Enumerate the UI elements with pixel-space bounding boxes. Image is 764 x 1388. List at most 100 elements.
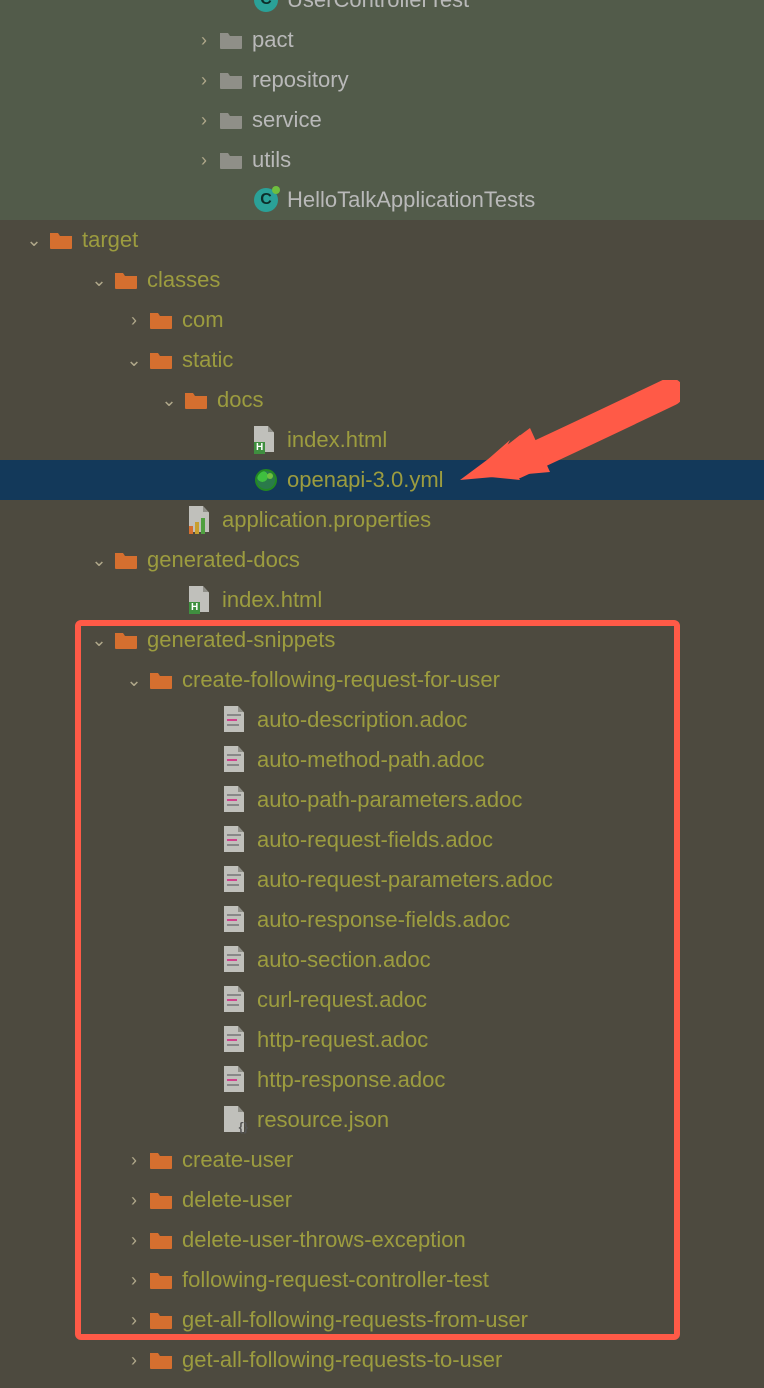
tree-row[interactable]: ·auto-description.adoc (0, 700, 764, 740)
folder-icon (148, 307, 174, 333)
folder-icon (148, 347, 174, 373)
chevron-right-icon[interactable]: › (120, 1310, 148, 1331)
adoc-file-icon (223, 947, 249, 973)
tree-row[interactable]: ·auto-request-fields.adoc (0, 820, 764, 860)
tree-row[interactable]: ·auto-path-parameters.adoc (0, 780, 764, 820)
chevron-right-icon[interactable]: › (190, 150, 218, 171)
folder-icon (183, 387, 209, 413)
tree-item-label: index.html (222, 587, 322, 613)
adoc-file-icon (223, 867, 249, 893)
tree-row[interactable]: ·{}resource.json (0, 1100, 764, 1140)
chevron-down-icon[interactable]: ⌄ (120, 350, 148, 371)
tree-row[interactable]: ⌄ generated-snippets (0, 620, 764, 660)
folder-icon (148, 1147, 174, 1173)
tree-row[interactable]: › get-all-following-requests-to-user (0, 1340, 764, 1380)
tree-row[interactable]: ⌄create-following-request-for-user (0, 660, 764, 700)
tree-row[interactable]: › following-request-controller-test (0, 1260, 764, 1300)
folder-icon (148, 1227, 174, 1253)
tree-row[interactable]: ·Hindex.html (0, 580, 764, 620)
adoc-file-icon (223, 907, 249, 933)
adoc-file-icon (223, 827, 249, 853)
tree-item-label: curl-request.adoc (257, 987, 427, 1013)
folder-icon (148, 1307, 174, 1333)
chevron-right-icon[interactable]: › (190, 110, 218, 131)
tree-item-label: generated-snippets (147, 627, 335, 653)
tree-item-label: UserControllerTest (287, 0, 469, 13)
tree-item-label: get-all-following-requests-to-user (182, 1347, 502, 1373)
chevron-down-icon[interactable]: ⌄ (85, 270, 113, 291)
folder-icon (113, 547, 139, 573)
tree-row[interactable]: ⌄ docs (0, 380, 764, 420)
class-icon: C (253, 0, 279, 13)
tree-row[interactable]: ·auto-section.adoc (0, 940, 764, 980)
tree-item-label: following-request-controller-test (182, 1267, 489, 1293)
html-file-icon: H (253, 427, 279, 453)
chevron-right-icon[interactable]: › (120, 1270, 148, 1291)
tree-row[interactable]: ·auto-request-parameters.adoc (0, 860, 764, 900)
chevron-right-icon[interactable]: › (120, 1230, 148, 1251)
chevron-right-icon[interactable]: › (120, 1190, 148, 1211)
chevron-down-icon[interactable]: ⌄ (20, 230, 48, 251)
tree-row[interactable]: ·auto-response-fields.adoc (0, 900, 764, 940)
tree-row[interactable]: ·http-request.adoc (0, 1020, 764, 1060)
adoc-file-icon (223, 1067, 249, 1093)
tree-item-label: docs (217, 387, 263, 413)
tree-item-label: auto-response-fields.adoc (257, 907, 510, 933)
tree-row[interactable]: › com (0, 300, 764, 340)
tree-row[interactable]: ›service (0, 100, 764, 140)
chevron-right-icon[interactable]: › (120, 310, 148, 331)
chevron-down-icon[interactable]: ⌄ (85, 630, 113, 651)
tree-row[interactable]: ›delete-user-throws-exception (0, 1220, 764, 1260)
tree-item-label: classes (147, 267, 220, 293)
tree-row[interactable]: ⌄generated-docs (0, 540, 764, 580)
tree-item-label: pact (252, 27, 294, 53)
chevron-right-icon[interactable]: › (120, 1150, 148, 1171)
tree-item-label: repository (252, 67, 349, 93)
tree-row[interactable]: ⌄ target (0, 220, 764, 260)
adoc-file-icon (223, 787, 249, 813)
tree-item-label: auto-section.adoc (257, 947, 431, 973)
project-tree[interactable]: ·CUserControllerTest›pact›repository›ser… (0, 0, 764, 1380)
chevron-down-icon[interactable]: ⌄ (85, 550, 113, 571)
tree-row[interactable]: › pact (0, 20, 764, 60)
tree-item-label: resource.json (257, 1107, 389, 1133)
tree-row[interactable]: ·curl-request.adoc (0, 980, 764, 1020)
folder-icon (148, 1267, 174, 1293)
tree-row[interactable]: ·application.properties (0, 500, 764, 540)
tree-row[interactable]: ›utils (0, 140, 764, 180)
adoc-file-icon (223, 987, 249, 1013)
tree-row[interactable]: ·openapi-3.0.yml (0, 460, 764, 500)
class-icon: C (253, 187, 279, 213)
tree-row[interactable]: › create-user (0, 1140, 764, 1180)
tree-item-label: get-all-following-requests-from-user (182, 1307, 528, 1333)
tree-item-label: create-user (182, 1147, 293, 1173)
tree-row[interactable]: › get-all-following-requests-from-user (0, 1300, 764, 1340)
tree-item-label: auto-path-parameters.adoc (257, 787, 522, 813)
tree-item-label: target (82, 227, 138, 253)
properties-file-icon (188, 507, 214, 533)
tree-row[interactable]: ·Hindex.html (0, 420, 764, 460)
tree-item-label: http-request.adoc (257, 1027, 428, 1053)
tree-row[interactable]: ·auto-method-path.adoc (0, 740, 764, 780)
tree-item-label: auto-request-fields.adoc (257, 827, 493, 853)
tree-row[interactable]: ›delete-user (0, 1180, 764, 1220)
tree-row[interactable]: ·CUserControllerTest (0, 0, 764, 20)
tree-row[interactable]: ·CHelloTalkApplicationTests (0, 180, 764, 220)
tree-item-label: index.html (287, 427, 387, 453)
folder-icon (148, 1347, 174, 1373)
folder-icon (148, 667, 174, 693)
tree-row[interactable]: ·http-response.adoc (0, 1060, 764, 1100)
chevron-right-icon[interactable]: › (190, 30, 218, 51)
chevron-right-icon[interactable]: › (190, 70, 218, 91)
tree-row[interactable]: ⌄ classes (0, 260, 764, 300)
tree-item-label: auto-method-path.adoc (257, 747, 485, 773)
folder-icon (113, 267, 139, 293)
tree-row[interactable]: › repository (0, 60, 764, 100)
tree-item-label: com (182, 307, 224, 333)
folder-icon (218, 67, 244, 93)
tree-item-label: auto-request-parameters.adoc (257, 867, 553, 893)
chevron-down-icon[interactable]: ⌄ (120, 670, 148, 691)
chevron-right-icon[interactable]: › (120, 1350, 148, 1371)
chevron-down-icon[interactable]: ⌄ (155, 390, 183, 411)
tree-row[interactable]: ⌄static (0, 340, 764, 380)
